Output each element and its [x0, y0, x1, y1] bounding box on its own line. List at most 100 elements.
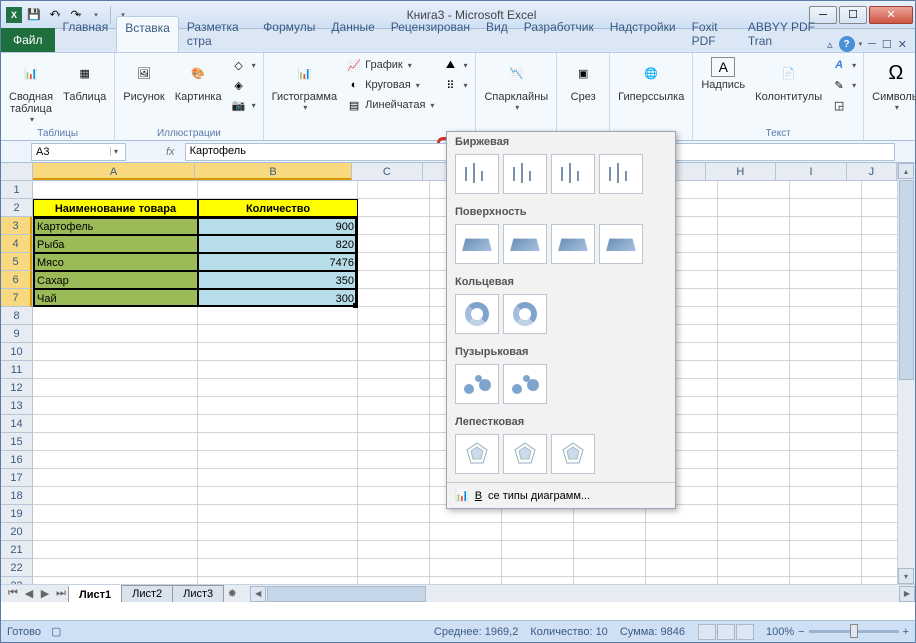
row-header-11[interactable]: 11 — [1, 361, 32, 379]
select-all-corner[interactable] — [1, 163, 33, 181]
data-cell-r1-c0[interactable]: Рыба — [33, 235, 198, 253]
row-header-12[interactable]: 12 — [1, 379, 32, 397]
mdi-minimize-icon[interactable]: ─ — [868, 38, 876, 50]
row-header-19[interactable]: 19 — [1, 505, 32, 523]
row-header-21[interactable]: 21 — [1, 541, 32, 559]
row-header-7[interactable]: 7 — [1, 289, 32, 307]
page-break-view-button[interactable] — [736, 624, 754, 640]
row-header-13[interactable]: 13 — [1, 397, 32, 415]
data-cell-r0-c1[interactable]: 900 — [198, 217, 358, 235]
row-header-16[interactable]: 16 — [1, 451, 32, 469]
area-chart-button[interactable]: ⛰▾ — [439, 55, 471, 75]
ribbon-tab-1[interactable]: Вставка — [116, 16, 179, 52]
shapes-button[interactable]: ◇▾ — [228, 55, 259, 75]
chart-option-stock-3[interactable] — [599, 154, 643, 194]
close-button[interactable]: ✕ — [869, 6, 913, 24]
slicer-button[interactable]: ▣Срез — [561, 55, 605, 105]
row-header-14[interactable]: 14 — [1, 415, 32, 433]
object-button[interactable]: ◲ — [828, 95, 859, 115]
row-header-15[interactable]: 15 — [1, 433, 32, 451]
data-cell-r1-c1[interactable]: 820 — [198, 235, 358, 253]
line-chart-button[interactable]: 📈График▾ — [343, 55, 437, 75]
wordart-button[interactable]: A▾ — [828, 55, 859, 75]
chart-option-donut-0[interactable] — [455, 294, 499, 334]
data-cell-r0-c0[interactable]: Картофель — [33, 217, 198, 235]
row-header-18[interactable]: 18 — [1, 487, 32, 505]
smartart-button[interactable]: ◈ — [228, 75, 259, 95]
sheet-nav-next[interactable]: ▶ — [37, 586, 53, 602]
horizontal-scrollbar[interactable]: ◀▶ — [250, 585, 915, 602]
row-header-6[interactable]: 6 — [1, 271, 32, 289]
sheet-tab-0[interactable]: Лист1 — [68, 585, 122, 603]
zoom-out-button[interactable]: − — [798, 626, 804, 638]
chart-option-radar-2[interactable] — [551, 434, 595, 474]
row-header-8[interactable]: 8 — [1, 307, 32, 325]
sheet-tab-1[interactable]: Лист2 — [121, 585, 173, 603]
header-cell-0[interactable]: Наименование товара — [33, 199, 198, 217]
normal-view-button[interactable] — [698, 624, 716, 640]
row-header-1[interactable]: 1 — [1, 181, 32, 199]
pie-chart-button[interactable]: ◐Круговая▾ — [343, 75, 437, 95]
file-tab[interactable]: Файл — [1, 28, 55, 52]
chart-option-bubble-1[interactable] — [503, 364, 547, 404]
column-chart-button[interactable]: 📊Гистограмма▾ — [268, 55, 342, 114]
data-cell-r3-c1[interactable]: 350 — [198, 271, 358, 289]
data-cell-r2-c0[interactable]: Мясо — [33, 253, 198, 271]
ribbon-tab-4[interactable]: Данные — [323, 16, 382, 52]
ribbon-tab-5[interactable]: Рецензирован — [383, 16, 478, 52]
chart-option-donut-1[interactable] — [503, 294, 547, 334]
zoom-slider[interactable] — [809, 630, 899, 633]
sheet-nav-prev[interactable]: ◀ — [21, 586, 37, 602]
save-icon[interactable]: 💾 — [24, 4, 44, 26]
chart-option-bubble-0[interactable] — [455, 364, 499, 404]
column-header-A[interactable]: A — [33, 163, 195, 180]
chart-option-surf-2[interactable] — [551, 224, 595, 264]
data-cell-r4-c0[interactable]: Чай — [33, 289, 198, 307]
mdi-restore-icon[interactable]: ☐ — [882, 38, 892, 51]
signature-line-button[interactable]: ✎▾ — [828, 75, 859, 95]
ribbon-tab-10[interactable]: ABBYY PDF Tran — [740, 16, 827, 52]
minimize-ribbon-icon[interactable]: ▵ — [827, 38, 833, 51]
fx-icon[interactable]: fx — [126, 146, 185, 158]
bar-chart-button[interactable]: ▤Линейчатая▾ — [343, 95, 437, 115]
row-header-22[interactable]: 22 — [1, 559, 32, 577]
chart-option-surf-3[interactable] — [599, 224, 643, 264]
row-header-9[interactable]: 9 — [1, 325, 32, 343]
ribbon-tab-2[interactable]: Разметка стра — [179, 16, 255, 52]
sheet-nav-first[interactable]: ⏮ — [5, 586, 21, 602]
vertical-scrollbar[interactable]: ▴ ▾ — [897, 163, 915, 602]
ribbon-tab-9[interactable]: Foxit PDF — [684, 16, 740, 52]
name-box[interactable]: A3▾ — [31, 143, 126, 161]
maximize-button[interactable]: ☐ — [839, 6, 867, 24]
chart-option-radar-0[interactable] — [455, 434, 499, 474]
help-icon[interactable]: ? — [839, 36, 855, 52]
row-header-3[interactable]: 3 — [1, 217, 32, 235]
ribbon-tab-6[interactable]: Вид — [478, 16, 516, 52]
row-header-20[interactable]: 20 — [1, 523, 32, 541]
chart-option-radar-1[interactable] — [503, 434, 547, 474]
row-header-2[interactable]: 2 — [1, 199, 32, 217]
all-chart-types-button[interactable]: 📊Все типы диаграмм... — [447, 482, 675, 508]
column-header-H[interactable]: H — [706, 163, 777, 180]
column-header-I[interactable]: I — [776, 163, 847, 180]
chart-option-stock-0[interactable] — [455, 154, 499, 194]
symbol-button[interactable]: ΩСимволы▾ — [868, 55, 916, 114]
clipart-button[interactable]: 🎨Картинка — [171, 55, 226, 105]
data-cell-r4-c1[interactable]: 300 — [198, 289, 358, 307]
column-header-C[interactable]: C — [352, 163, 423, 180]
row-header-4[interactable]: 4 — [1, 235, 32, 253]
data-cell-r2-c1[interactable]: 7476 — [198, 253, 358, 271]
picture-button[interactable]: 🖼Рисунок — [119, 55, 169, 105]
column-header-J[interactable]: J — [847, 163, 897, 180]
chart-option-stock-2[interactable] — [551, 154, 595, 194]
chart-option-stock-1[interactable] — [503, 154, 547, 194]
column-header-B[interactable]: B — [195, 163, 352, 180]
ribbon-tab-3[interactable]: Формулы — [255, 16, 323, 52]
sheet-nav-last[interactable]: ⏭ — [53, 586, 69, 602]
macro-record-icon[interactable]: ▢ — [51, 625, 61, 638]
new-sheet-icon[interactable]: ✸ — [224, 586, 240, 602]
sheet-tab-2[interactable]: Лист3 — [172, 585, 224, 603]
mdi-close-icon[interactable]: ✕ — [898, 38, 907, 51]
header-cell-1[interactable]: Количество — [198, 199, 358, 217]
textbox-button[interactable]: AНадпись — [697, 55, 749, 93]
